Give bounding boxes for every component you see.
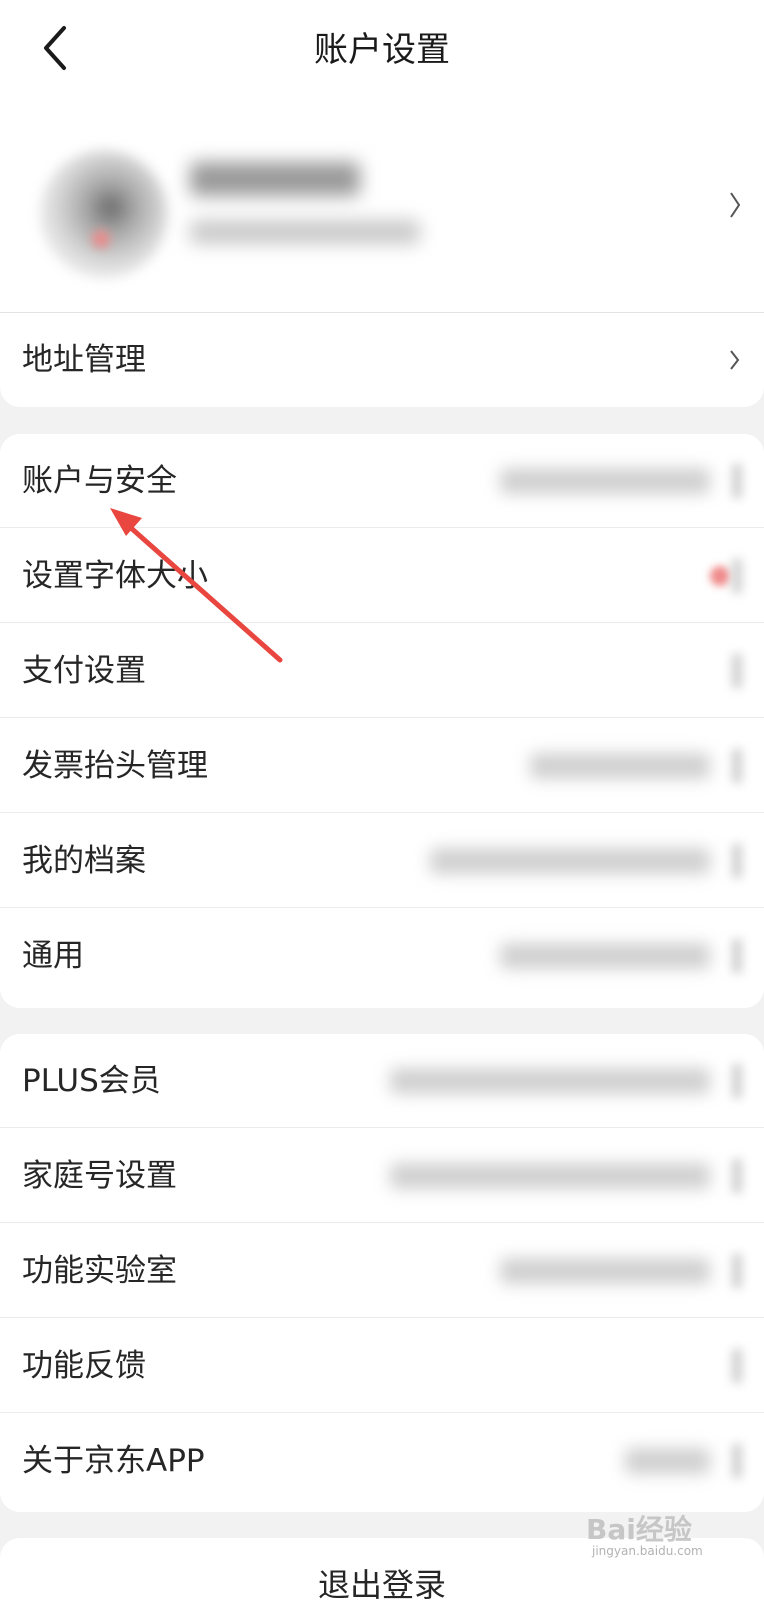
divider xyxy=(0,717,764,718)
profile-name-blurred xyxy=(190,162,360,196)
my-profile-label: 我的档案 xyxy=(22,843,146,879)
feature-lab-value-blurred xyxy=(500,1258,710,1284)
watermark-text: Bai经验 xyxy=(586,1513,692,1546)
font-size-label: 设置字体大小 xyxy=(22,558,208,594)
font-size-row[interactable]: 设置字体大小 xyxy=(0,529,764,623)
feature-lab-label: 功能实验室 xyxy=(22,1253,177,1289)
address-management-label: 地址管理 xyxy=(22,342,146,378)
chevron-right-icon xyxy=(732,939,742,973)
chevron-right-icon xyxy=(732,559,742,593)
chevron-right-icon xyxy=(732,464,742,498)
general-label: 通用 xyxy=(22,938,84,974)
about-app-label: 关于京东APP xyxy=(22,1443,205,1479)
payment-settings-label: 支付设置 xyxy=(22,653,146,689)
divider xyxy=(0,1222,764,1223)
watermark: Bai经验 jingyan.baidu.com xyxy=(586,1502,756,1572)
settings-group-2: PLUS会员 家庭号设置 功能实验室 功能反馈 关于京东APP xyxy=(0,1034,764,1512)
divider xyxy=(0,812,764,813)
family-account-label: 家庭号设置 xyxy=(22,1158,177,1194)
invoice-title-row[interactable]: 发票抬头管理 xyxy=(0,719,764,813)
general-value-blurred xyxy=(500,943,710,969)
settings-group-1: 账户与安全 设置字体大小 支付设置 发票抬头管理 我的档案 通用 xyxy=(0,434,764,1008)
invoice-title-value-blurred xyxy=(530,753,710,779)
divider xyxy=(0,1412,764,1413)
chevron-right-icon xyxy=(732,1159,742,1193)
family-account-value-blurred xyxy=(390,1163,710,1189)
divider xyxy=(0,1317,764,1318)
feature-lab-row[interactable]: 功能实验室 xyxy=(0,1224,764,1318)
avatar-badge xyxy=(92,230,110,248)
my-profile-row[interactable]: 我的档案 xyxy=(0,814,764,908)
my-profile-value-blurred xyxy=(430,848,710,874)
feedback-row[interactable]: 功能反馈 xyxy=(0,1319,764,1413)
chevron-right-icon xyxy=(732,1444,742,1478)
divider xyxy=(0,907,764,908)
chevron-right-icon xyxy=(732,1349,742,1383)
chevron-right-icon xyxy=(730,350,740,370)
watermark-subtext: jingyan.baidu.com xyxy=(592,1544,703,1558)
general-row[interactable]: 通用 xyxy=(0,909,764,1008)
chevron-right-icon xyxy=(732,1254,742,1288)
plus-member-row[interactable]: PLUS会员 xyxy=(0,1034,764,1128)
account-security-row[interactable]: 账户与安全 xyxy=(0,434,764,528)
divider xyxy=(0,527,764,528)
red-dot-indicator xyxy=(710,566,730,586)
about-app-row[interactable]: 关于京东APP xyxy=(0,1414,764,1512)
account-security-value-blurred xyxy=(500,468,710,494)
profile-card[interactable] xyxy=(0,100,764,312)
feedback-label: 功能反馈 xyxy=(22,1348,146,1384)
top-bar: 账户设置 xyxy=(0,0,764,100)
payment-settings-row[interactable]: 支付设置 xyxy=(0,624,764,718)
invoice-title-label: 发票抬头管理 xyxy=(22,748,208,784)
chevron-right-icon xyxy=(732,749,742,783)
about-app-version-blurred xyxy=(625,1448,710,1474)
avatar xyxy=(40,150,168,278)
account-security-label: 账户与安全 xyxy=(22,463,177,499)
divider xyxy=(0,1127,764,1128)
family-account-row[interactable]: 家庭号设置 xyxy=(0,1129,764,1223)
chevron-right-icon xyxy=(732,844,742,878)
profile-subtitle-blurred xyxy=(190,220,420,244)
page-title: 账户设置 xyxy=(314,30,450,70)
divider xyxy=(0,622,764,623)
chevron-right-icon xyxy=(730,192,741,218)
chevron-right-icon xyxy=(732,1064,742,1098)
address-management-row[interactable]: 地址管理 xyxy=(0,313,764,407)
chevron-right-icon xyxy=(732,654,742,688)
plus-member-value-blurred xyxy=(390,1068,710,1094)
plus-member-label: PLUS会员 xyxy=(22,1063,161,1099)
